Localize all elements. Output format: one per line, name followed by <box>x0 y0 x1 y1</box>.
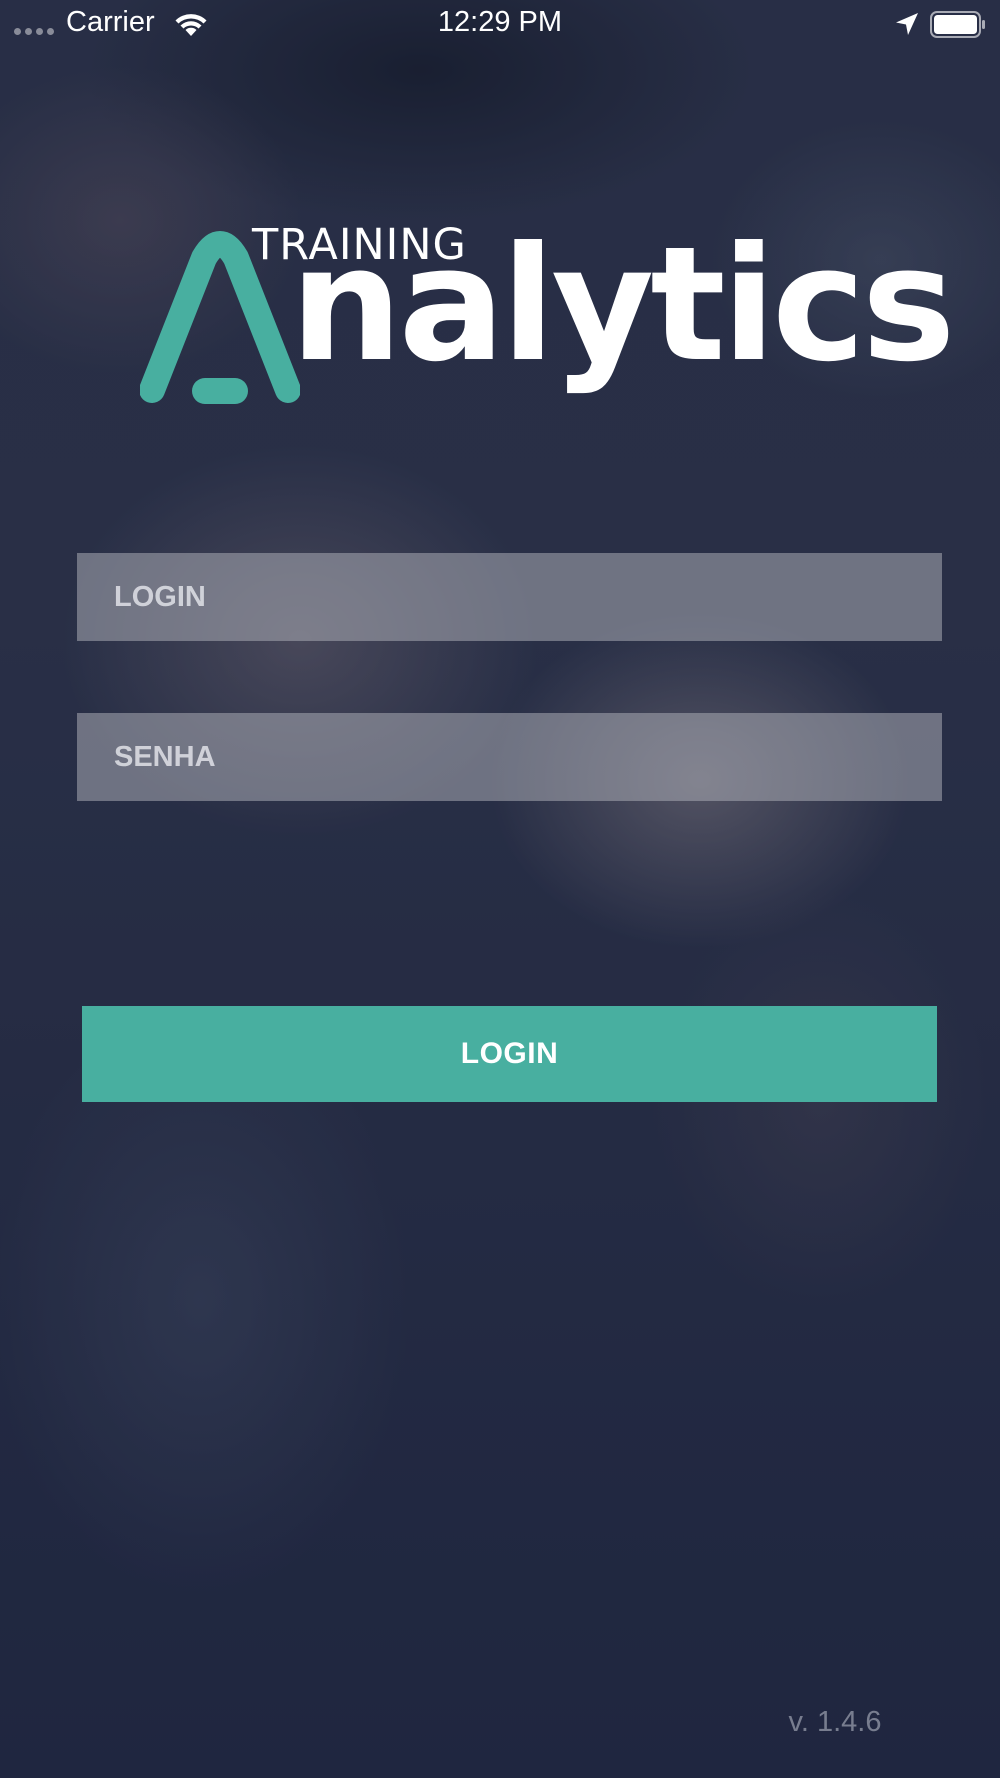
clock: 12:29 PM <box>437 6 563 38</box>
status-bar: Carrier 12:29 PM <box>0 0 1000 48</box>
location-icon <box>896 13 918 35</box>
login-button[interactable]: LOGIN <box>82 1006 937 1102</box>
password-field[interactable] <box>77 713 942 801</box>
password-input[interactable] <box>77 713 942 801</box>
logo-nalytics-text: nalytics <box>290 213 956 397</box>
app-logo: TRAINING nalytics <box>140 220 956 410</box>
login-field[interactable] <box>77 553 942 641</box>
version-label: v. 1.4.6 <box>788 1706 882 1738</box>
login-input[interactable] <box>77 553 942 641</box>
battery-icon <box>930 11 985 38</box>
